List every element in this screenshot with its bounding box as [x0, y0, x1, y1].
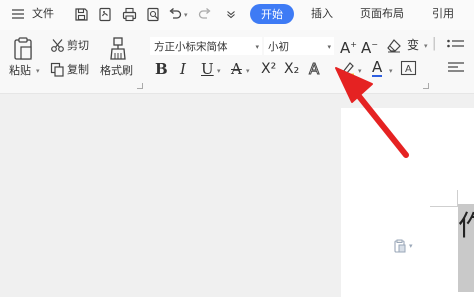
- hamburger-menu-icon[interactable]: [10, 4, 26, 24]
- font-size-dropdown-icon[interactable]: ▾: [327, 38, 331, 56]
- pinyin-dropdown-icon[interactable]: ▾: [424, 42, 428, 50]
- strikethrough-button[interactable]: A: [231, 60, 242, 78]
- grow-font-button[interactable]: A+: [340, 36, 357, 57]
- menu-bar: 文件 ▾ 开始 插入 页面布局 引用: [0, 0, 474, 30]
- cut-button[interactable]: 剪切: [67, 39, 89, 53]
- copy-icon[interactable]: [49, 61, 65, 77]
- tab-home[interactable]: 开始: [250, 4, 294, 24]
- document-text-selected[interactable]: 作: [458, 204, 474, 292]
- font-group-launcher[interactable]: [423, 83, 429, 89]
- font-name-dropdown-icon[interactable]: ▾: [255, 38, 259, 56]
- file-menu[interactable]: 文件: [32, 6, 54, 22]
- shrink-font-button[interactable]: A−: [361, 36, 378, 57]
- character-border-icon[interactable]: A: [400, 60, 417, 76]
- paste-options-icon[interactable]: [393, 239, 407, 253]
- strikethrough-dropdown-icon[interactable]: ▾: [246, 67, 250, 75]
- tab-references[interactable]: 引用: [432, 6, 454, 22]
- font-name-select[interactable]: 方正小标宋简体 ▾: [150, 37, 262, 55]
- format-painter-button[interactable]: 格式刷: [100, 64, 133, 78]
- margin-corner-mark: [430, 206, 458, 207]
- export-pdf-icon[interactable]: [96, 4, 114, 24]
- save-icon[interactable]: [72, 4, 90, 24]
- underline-dropdown-icon[interactable]: ▾: [217, 67, 221, 75]
- paste-button[interactable]: [10, 36, 36, 62]
- subscript-button[interactable]: X₂: [284, 61, 299, 77]
- copy-button[interactable]: 复制: [67, 63, 89, 77]
- svg-text:A: A: [405, 64, 412, 75]
- redo-icon[interactable]: [198, 4, 212, 24]
- format-painter-icon[interactable]: [107, 36, 129, 62]
- highlight-dropdown-icon[interactable]: ▾: [358, 67, 362, 75]
- font-size-select[interactable]: 小初 ▾: [264, 37, 334, 55]
- font-name-value: 方正小标宋简体: [154, 41, 228, 53]
- paste-label[interactable]: 粘贴: [9, 64, 31, 78]
- customize-toolbar-icon[interactable]: [224, 4, 238, 24]
- italic-button[interactable]: I: [180, 60, 186, 78]
- align-left-icon[interactable]: [446, 60, 466, 76]
- bullet-list-icon[interactable]: [446, 38, 466, 52]
- group-separator: |: [432, 36, 437, 51]
- document-page[interactable]: [341, 108, 474, 297]
- paste-dropdown-icon[interactable]: ▾: [36, 67, 40, 75]
- tab-insert[interactable]: 插入: [311, 6, 333, 22]
- print-icon[interactable]: [120, 4, 138, 24]
- tab-page-layout[interactable]: 页面布局: [360, 6, 404, 22]
- undo-icon[interactable]: [168, 4, 182, 24]
- undo-dropdown-icon[interactable]: ▾: [184, 11, 188, 19]
- scissors-icon[interactable]: [49, 37, 65, 53]
- print-preview-icon[interactable]: [144, 4, 162, 24]
- clipboard-group-launcher[interactable]: [137, 83, 143, 89]
- font-color-dropdown-icon[interactable]: ▾: [389, 67, 393, 75]
- bold-button[interactable]: B: [155, 60, 168, 78]
- pinyin-guide-button[interactable]: 变: [407, 38, 419, 52]
- superscript-button[interactable]: X²: [261, 61, 276, 77]
- font-size-value: 小初: [268, 41, 289, 53]
- font-color-button[interactable]: A: [372, 60, 383, 77]
- wps-writer-window: 文件 ▾ 开始 插入 页面布局 引用 粘贴 ▾ 剪切 复制 格式刷 方正小标宋简…: [0, 0, 474, 297]
- text-effect-button[interactable]: A: [308, 60, 319, 79]
- clear-format-eraser-icon[interactable]: [385, 37, 403, 54]
- paste-options-dropdown-icon[interactable]: ▾: [409, 242, 413, 250]
- highlight-color-icon[interactable]: [340, 60, 356, 76]
- paste-options-button[interactable]: ▾: [393, 239, 413, 253]
- underline-button[interactable]: U: [201, 60, 214, 78]
